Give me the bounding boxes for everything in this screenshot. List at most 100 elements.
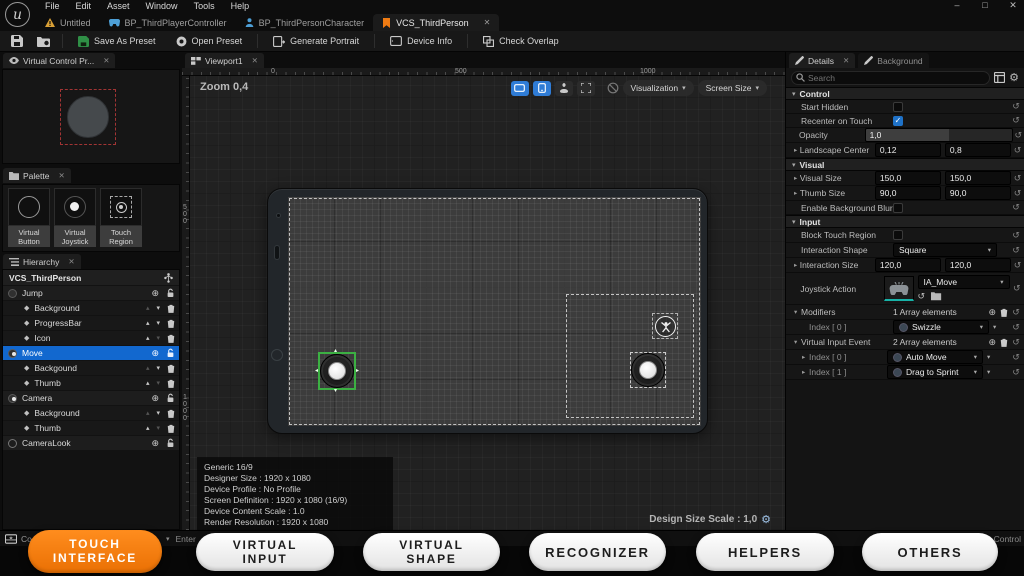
check-overlap-button[interactable]: Check Overlap	[475, 32, 567, 50]
move-down-icon[interactable]: ▾	[156, 319, 160, 327]
hierarchy-row-jump-icon[interactable]: ◆ Icon ▴ ▾	[3, 331, 179, 345]
add-child-icon[interactable]: ⊕	[151, 438, 159, 449]
reset-icon[interactable]: ↺	[1008, 367, 1024, 378]
delete-icon[interactable]	[167, 409, 175, 418]
jump-button-widget[interactable]	[655, 316, 676, 337]
palette-item-touch-region[interactable]: TouchRegion	[100, 188, 142, 248]
tab-close-icon[interactable]: ✕	[484, 18, 491, 27]
start-hidden-checkbox[interactable]	[893, 102, 903, 112]
reset-icon[interactable]: ↺	[1010, 283, 1024, 294]
move-joystick-selection[interactable]: ▴ ▾ ◂ ▸	[318, 352, 356, 390]
tab-details[interactable]: Details ✕	[789, 53, 855, 68]
element-menu-icon[interactable]: ▾	[987, 353, 990, 361]
delete-icon[interactable]	[167, 319, 175, 328]
menu-file[interactable]: File	[37, 0, 68, 13]
hierarchy-row-cameralook[interactable]: CameraLook ⊕	[3, 436, 179, 450]
generate-portrait-button[interactable]: Generate Portrait	[265, 32, 367, 50]
tab-hierarchy[interactable]: Hierarchy ✕	[3, 254, 81, 269]
clear-array-icon[interactable]	[1000, 338, 1008, 347]
vie-1-dropdown[interactable]: Drag to Sprint ▾	[887, 365, 983, 379]
preview-control-circle[interactable]	[67, 96, 109, 138]
vie-0-dropdown[interactable]: Auto Move ▾	[887, 350, 983, 364]
element-menu-icon[interactable]: ▾	[993, 323, 996, 331]
move-down-icon[interactable]: ▾	[156, 364, 160, 372]
search-input[interactable]	[791, 71, 990, 85]
lock-icon[interactable]	[166, 288, 175, 298]
interaction-size-x-field[interactable]: 120,0	[875, 258, 941, 272]
reset-icon[interactable]: ↺	[1008, 202, 1024, 213]
landscape-center-y-field[interactable]: 0,8	[945, 143, 1011, 157]
viewport-canvas[interactable]: 0 500 1000 500 1000 Zoom 0,4	[182, 68, 785, 530]
move-down-icon[interactable]: ▾	[156, 424, 160, 432]
reset-icon[interactable]: ↺	[1011, 260, 1024, 271]
delete-icon[interactable]	[167, 364, 175, 373]
interaction-shape-dropdown[interactable]: Square▾	[893, 243, 997, 257]
clear-array-icon[interactable]	[1000, 308, 1008, 317]
palette-item-virtual-joystick[interactable]: VirtualJoystick	[54, 188, 96, 248]
close-icon[interactable]: ✕	[58, 171, 64, 180]
move-up-icon[interactable]: ▴	[146, 364, 150, 372]
tab-palette[interactable]: Palette ✕	[3, 168, 71, 183]
add-child-icon[interactable]: ⊕	[151, 348, 159, 359]
reset-icon[interactable]: ↺	[1011, 145, 1024, 156]
menu-asset[interactable]: Asset	[99, 0, 138, 13]
content-drawer-icon[interactable]	[5, 534, 17, 544]
helpers-button[interactable]: HELPERS	[696, 533, 834, 571]
landscape-center-x-field[interactable]: 0,12	[875, 143, 941, 157]
move-down-icon[interactable]: ▾	[156, 409, 160, 417]
hierarchy-row-move-background[interactable]: ◆ Backgound ▴ ▾	[3, 361, 179, 375]
reset-icon[interactable]: ↺	[1008, 230, 1024, 241]
recenter-checkbox[interactable]: ✓	[893, 116, 903, 126]
move-up-icon[interactable]: ▴	[146, 379, 150, 387]
move-joystick-thumb[interactable]	[328, 362, 346, 380]
opacity-slider[interactable]: 1,0	[865, 128, 1013, 142]
show-controls-button[interactable]	[555, 81, 573, 96]
reset-icon[interactable]: ↺	[1008, 115, 1024, 126]
portrait-orientation-button[interactable]	[533, 81, 551, 96]
tab-virtual-control-preview[interactable]: Virtual Control Pr... ✕	[3, 53, 115, 68]
menu-tools[interactable]: Tools	[186, 0, 223, 13]
input-action-thumbnail[interactable]	[884, 276, 914, 301]
tab-untitled[interactable]: Untitled	[36, 14, 100, 31]
add-element-icon[interactable]: ⊕	[988, 307, 996, 318]
save-as-preset-button[interactable]: Save As Preset	[70, 32, 164, 50]
move-up-icon[interactable]: ▴	[146, 319, 150, 327]
settings-gear-icon[interactable]: ⚙	[1009, 71, 1019, 84]
move-down-icon[interactable]: ▾	[156, 304, 160, 312]
close-icon[interactable]: ✕	[103, 56, 109, 65]
visualization-dropdown[interactable]: Visualization▾	[623, 80, 694, 96]
block-touch-region-checkbox[interactable]	[893, 230, 903, 240]
expander-icon[interactable]: ▾	[794, 338, 801, 346]
browse-to-asset-button[interactable]	[32, 32, 55, 50]
add-element-icon[interactable]: ⊕	[988, 337, 996, 348]
expander-icon[interactable]: ▸	[802, 368, 809, 376]
virtual-input-button[interactable]: VIRTUALINPUT	[196, 533, 334, 571]
move-down-icon[interactable]: ▾	[156, 334, 160, 342]
add-child-icon[interactable]: ⊕	[151, 288, 159, 299]
delete-icon[interactable]	[167, 379, 175, 388]
element-menu-icon[interactable]: ▾	[987, 368, 990, 376]
resize-handle-icon[interactable]: ▾	[334, 388, 337, 394]
view-options-icon[interactable]	[994, 72, 1005, 83]
lock-icon[interactable]	[166, 348, 175, 358]
move-up-icon[interactable]: ▴	[146, 334, 150, 342]
reset-icon[interactable]: ↺	[1008, 322, 1024, 333]
move-down-icon[interactable]: ▾	[156, 379, 160, 387]
menu-help[interactable]: Help	[223, 0, 258, 13]
camera-joystick-thumb[interactable]	[639, 361, 657, 379]
expander-icon[interactable]: ▾	[794, 308, 801, 316]
menu-window[interactable]: Window	[138, 0, 186, 13]
widget-tree-icon[interactable]	[164, 273, 173, 283]
palette-item-virtual-button[interactable]: VirtualButton	[8, 188, 50, 248]
save-asset-button[interactable]	[6, 32, 28, 50]
maximize-button[interactable]: □	[978, 0, 992, 11]
unreal-logo-icon[interactable]: u	[5, 2, 30, 27]
screen-size-dropdown[interactable]: Screen Size▾	[698, 80, 767, 96]
thumb-size-x-field[interactable]: 90,0	[875, 186, 941, 200]
visual-size-y-field[interactable]: 150,0	[945, 171, 1011, 185]
reset-icon[interactable]: ↺	[1008, 352, 1024, 363]
minimize-button[interactable]: –	[950, 0, 964, 11]
use-selected-asset-icon[interactable]: ↺	[918, 291, 926, 302]
modifier-0-dropdown[interactable]: Swizzle ▾	[893, 320, 989, 334]
hierarchy-row-camera-background[interactable]: ◆ Background ▴ ▾	[3, 406, 179, 420]
